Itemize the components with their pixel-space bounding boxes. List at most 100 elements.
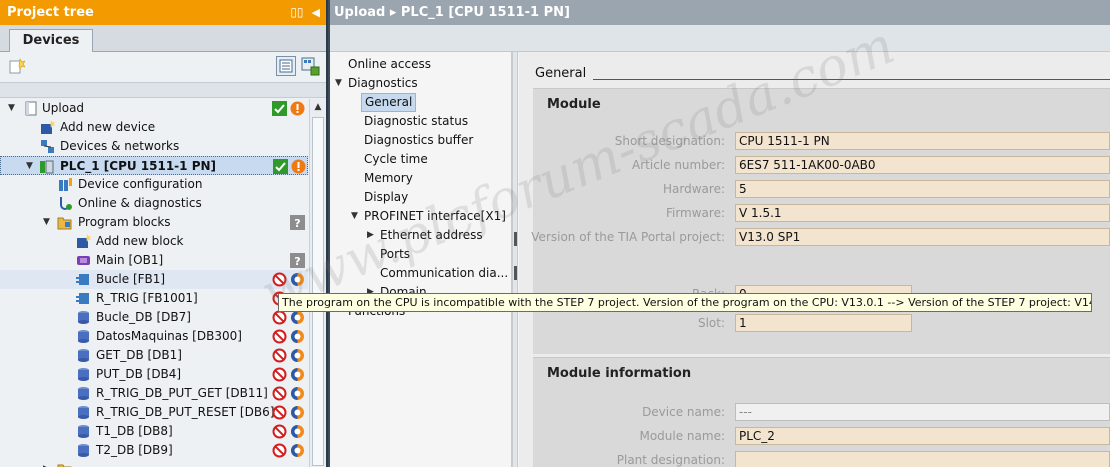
- collapse-arrow-icon[interactable]: ▼: [351, 207, 358, 226]
- tree-item-datosmaquinas-db300[interactable]: DatosMaquinas [DB300]: [0, 327, 308, 346]
- nav-online-access[interactable]: Online access: [348, 55, 431, 74]
- hardware-label: Hardware:: [663, 182, 725, 196]
- forbidden-icon: [272, 386, 287, 401]
- module-heading: Module: [547, 97, 601, 112]
- nav-cycle-time[interactable]: Cycle time: [364, 150, 428, 169]
- devices-networks-icon: [41, 140, 54, 153]
- db-block-icon: [78, 444, 89, 457]
- project-tree-tabs: Devices: [0, 25, 326, 53]
- tree-item-label: Online & diagnostics: [78, 196, 202, 210]
- svg-text:?: ?: [294, 255, 300, 268]
- tree-item-add-new-device[interactable]: Add new device: [0, 118, 308, 137]
- compare-different-icon: [291, 425, 304, 438]
- module-name-label: Module name:: [639, 429, 725, 443]
- expand-arrow-icon[interactable]: ▶: [367, 226, 374, 245]
- section-divider: [593, 79, 1110, 80]
- splitter-handle-icon[interactable]: [514, 266, 517, 280]
- tree-item-device-configuration[interactable]: Device configuration: [0, 175, 308, 194]
- db-block-icon: [78, 387, 89, 400]
- scrollbar-thumb[interactable]: [312, 117, 324, 466]
- editor-toolbar: [330, 25, 1110, 52]
- tree-item-bucle-fb1[interactable]: Bucle [FB1]: [0, 270, 308, 289]
- nav-diagnostic-status[interactable]: Diagnostic status: [364, 112, 468, 131]
- nav-diagnostics-buffer[interactable]: Diagnostics buffer: [364, 131, 473, 150]
- add-device-icon: [41, 120, 55, 134]
- tree-item-get-db-db1[interactable]: GET_DB [DB1]: [0, 346, 308, 365]
- overview-view-button[interactable]: [276, 56, 296, 76]
- project-icon: [25, 101, 37, 116]
- tree-scrollbar[interactable]: ▲: [309, 99, 326, 467]
- new-object-icon[interactable]: [9, 58, 25, 74]
- compare-different-icon: [291, 387, 304, 400]
- short-designation-label: Short designation:: [614, 134, 725, 148]
- tree-item-r-trig-db-put-reset-db6[interactable]: R_TRIG_DB_PUT_RESET [DB6]: [0, 403, 308, 422]
- tree-item-label: R_TRIG_DB_PUT_RESET [DB6]: [96, 405, 275, 419]
- svg-text:?: ?: [294, 217, 300, 230]
- collapse-panel-icon[interactable]: ◀: [312, 0, 320, 25]
- compare-different-icon: [291, 406, 304, 419]
- scroll-up-icon[interactable]: ▲: [310, 99, 326, 116]
- expand-arrow-icon[interactable]: ▼: [8, 102, 18, 114]
- editor-panel: Upload ▸ PLC_1 [CPU 1511-1 PN] Online ac…: [330, 0, 1110, 467]
- pin-panel-icon[interactable]: ▯▯: [290, 0, 303, 25]
- tree-item-r-trig-fb1001[interactable]: R_TRIG [FB1001]: [0, 289, 308, 308]
- tree-item-online-diagnostics[interactable]: Online & diagnostics: [0, 194, 308, 213]
- diagnostics-general-content: General Module Short designation: CPU 15…: [519, 52, 1110, 467]
- tree-item-t1-db-db8[interactable]: T1_DB [DB8]: [0, 422, 308, 441]
- nav-display[interactable]: Display: [364, 188, 408, 207]
- tree-item-upload[interactable]: ▼ Upload: [0, 99, 308, 118]
- tree-item-label: Add new device: [60, 120, 156, 134]
- tree-item-label: T2_DB [DB9]: [96, 443, 173, 457]
- tree-item-bucle-db-db7[interactable]: Bucle_DB [DB7]: [0, 308, 308, 327]
- nav-general[interactable]: General: [361, 93, 417, 112]
- plc-icon: [40, 160, 54, 174]
- nav-ports[interactable]: Ports: [380, 245, 410, 264]
- fb-block-icon: [76, 293, 89, 304]
- list-view-icon: [279, 59, 293, 73]
- forbidden-icon: [272, 367, 287, 382]
- tree-item-add-new-block[interactable]: Add new block: [0, 232, 308, 251]
- device-name-field[interactable]: ---: [735, 403, 1110, 421]
- nav-diagnostics[interactable]: Diagnostics: [348, 74, 418, 93]
- tree-item-plc1[interactable]: ▼ PLC_1 [CPU 1511-1 PN]: [0, 156, 308, 175]
- tree-item-label: Device configuration: [78, 177, 203, 191]
- module-information-heading: Module information: [547, 366, 692, 381]
- tree-item-label: Upload: [42, 101, 85, 115]
- tree-item-program-blocks[interactable]: ▼ Program blocks ?: [0, 213, 308, 232]
- nav-profinet-interface[interactable]: PROFINET interface[X1]: [364, 207, 506, 226]
- expand-arrow-icon[interactable]: ▼: [43, 216, 53, 228]
- splitter-handle-icon[interactable]: [514, 232, 517, 246]
- compare-different-icon: [291, 444, 304, 457]
- editor-title-bar: Upload ▸ PLC_1 [CPU 1511-1 PN]: [330, 0, 1110, 25]
- expand-arrow-icon[interactable]: ▶: [43, 463, 53, 467]
- tree-item-t2-db-db9[interactable]: T2_DB [DB9]: [0, 441, 308, 460]
- module-name-field[interactable]: PLC_2: [735, 427, 1110, 445]
- tree-item-r-trig-db-put-get-db11[interactable]: R_TRIG_DB_PUT_GET [DB11]: [0, 384, 308, 403]
- tab-devices[interactable]: Devices: [9, 29, 93, 53]
- tree-item-put-db-db4[interactable]: PUT_DB [DB4]: [0, 365, 308, 384]
- tia-portal-version-label: Version of the TIA Portal project:: [531, 230, 725, 244]
- tree-item-devices-networks[interactable]: Devices & networks: [0, 137, 308, 156]
- fb-block-icon: [76, 274, 89, 285]
- network-view-button[interactable]: [300, 56, 320, 76]
- plant-designation-field[interactable]: [735, 451, 1110, 467]
- forbidden-icon: [272, 310, 287, 325]
- forbidden-icon: [272, 348, 287, 363]
- incompatibility-tooltip: The program on the CPU is incompatible w…: [278, 293, 1092, 312]
- nav-communication-diagnostics[interactable]: Communication dia...: [380, 264, 508, 283]
- nav-memory[interactable]: Memory: [364, 169, 413, 188]
- expand-arrow-icon[interactable]: ▼: [26, 160, 36, 172]
- db-block-icon: [78, 311, 89, 324]
- db-block-icon: [78, 349, 89, 362]
- online-diagnostics-nav: Online access ▼ Diagnostics General Diag…: [330, 52, 512, 467]
- tree-item-main-ob1[interactable]: Main [OB1] ?: [0, 251, 308, 270]
- nav-splitter[interactable]: [512, 52, 518, 467]
- hardware-field: 5: [735, 180, 1110, 198]
- project-tree: ▼ Upload Add new device Devices & networ…: [0, 99, 308, 467]
- tia-portal-version-field: V13.0 SP1: [735, 228, 1110, 246]
- collapse-arrow-icon[interactable]: ▼: [335, 74, 342, 93]
- nav-ethernet-address[interactable]: Ethernet address: [380, 226, 483, 245]
- tree-item-partial[interactable]: ▶: [0, 460, 308, 467]
- tree-item-label: R_TRIG [FB1001]: [96, 291, 198, 305]
- tree-header-strip: [0, 82, 326, 98]
